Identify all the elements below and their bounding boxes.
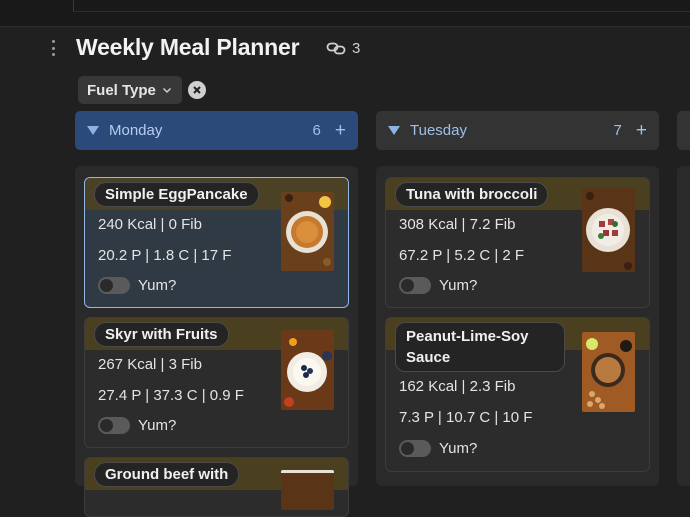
filter-label: Fuel Type [87, 81, 156, 99]
meal-card[interactable]: Tuna with broccoli 308 Kcal | 7.2 Fib 67… [385, 177, 650, 308]
column-count: 7 [613, 122, 622, 139]
column-header-tuesday[interactable]: Tuesday 7 + [376, 111, 659, 150]
drag-handle-icon[interactable] [50, 40, 56, 56]
close-icon [193, 86, 201, 94]
column-tuesday: Tuna with broccoli 308 Kcal | 7.2 Fib 67… [376, 166, 659, 486]
card-kcal: 162 Kcal | 2.3 Fib [399, 378, 516, 395]
card-macros: 20.2 P | 1.8 C | 17 F [98, 247, 232, 264]
column-monday: Simple EggPancake 240 Kcal | 0 Fib 20.2 … [75, 166, 358, 517]
column-name: Tuesday [410, 122, 467, 139]
collapse-triangle-icon[interactable] [388, 126, 400, 135]
filter-fuel-type[interactable]: Fuel Type [78, 76, 182, 104]
beef-dish-image [281, 470, 334, 510]
card-macros: 7.3 P | 10.7 C | 10 F [399, 409, 533, 426]
tuna-plate-image [582, 188, 635, 272]
sauce-bowl-image [582, 332, 635, 412]
column-header-next[interactable] [677, 111, 690, 150]
page-title: Weekly Meal Planner [76, 34, 300, 60]
toggle-label: Yum? [439, 277, 478, 294]
card-macros: 27.4 P | 37.3 C | 0.9 F [98, 387, 244, 404]
card-title: Simple EggPancake [94, 182, 259, 207]
card-title: Tuna with broccoli [395, 182, 549, 207]
column-next [677, 166, 690, 486]
yum-toggle[interactable]: Yum? [98, 417, 176, 434]
collapse-triangle-icon[interactable] [87, 126, 99, 135]
add-card-button[interactable]: + [335, 121, 346, 140]
toggle-label: Yum? [138, 277, 177, 294]
yum-toggle[interactable]: Yum? [399, 277, 477, 294]
toggle-switch[interactable] [399, 277, 431, 294]
meal-card[interactable]: Simple EggPancake 240 Kcal | 0 Fib 20.2 … [84, 177, 349, 308]
card-title: Ground beef with [94, 462, 240, 487]
toggle-switch[interactable] [399, 440, 431, 457]
toggle-label: Yum? [439, 440, 478, 457]
top-bar-line [73, 11, 690, 12]
toggle-switch[interactable] [98, 417, 130, 434]
card-title: Skyr with Fruits [94, 322, 229, 347]
card-kcal: 267 Kcal | 3 Fib [98, 356, 202, 373]
pancake-plate-image [281, 192, 334, 271]
linked-count: 3 [352, 40, 361, 57]
add-card-button[interactable]: + [636, 121, 647, 140]
chevron-down-icon [162, 87, 171, 94]
card-title: Peanut-Lime-Soy Sauce [395, 322, 565, 372]
meal-card[interactable]: Skyr with Fruits 267 Kcal | 3 Fib 27.4 P… [84, 317, 349, 448]
toggle-switch[interactable] [98, 277, 130, 294]
clear-filter-button[interactable] [188, 81, 206, 99]
link-icon[interactable] [326, 40, 346, 56]
card-macros: 67.2 P | 5.2 C | 2 F [399, 247, 525, 264]
meal-card[interactable]: Peanut-Lime-Soy Sauce 162 Kcal | 2.3 Fib… [385, 317, 650, 472]
yum-toggle[interactable]: Yum? [399, 440, 477, 457]
card-kcal: 240 Kcal | 0 Fib [98, 216, 202, 233]
yum-toggle[interactable]: Yum? [98, 277, 176, 294]
top-bar [0, 0, 690, 27]
column-header-monday[interactable]: Monday 6 + [75, 111, 358, 150]
yogurt-bowl-image [281, 330, 334, 410]
meal-card[interactable]: Ground beef with [84, 457, 349, 517]
column-count: 6 [312, 122, 321, 139]
toggle-label: Yum? [138, 417, 177, 434]
column-name: Monday [109, 122, 163, 139]
card-kcal: 308 Kcal | 7.2 Fib [399, 216, 516, 233]
